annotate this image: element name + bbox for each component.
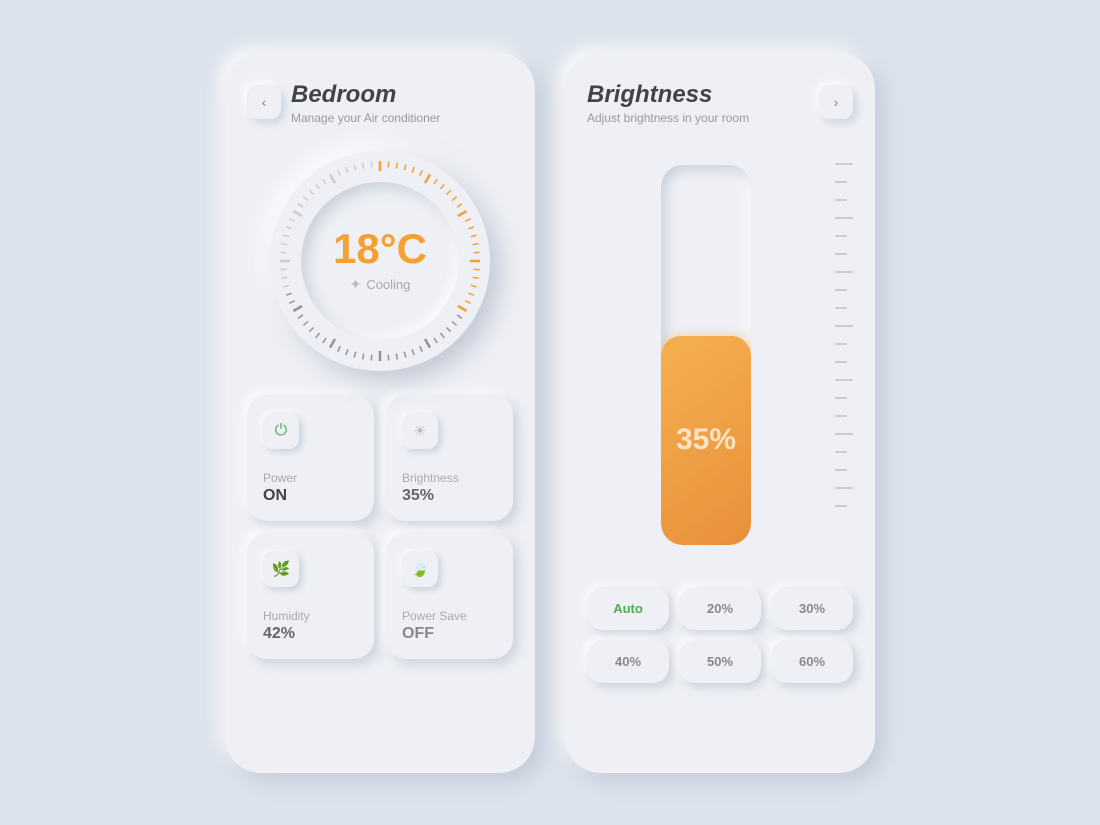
power-value: ON: [263, 487, 287, 505]
tick-16: [835, 433, 853, 435]
next-button[interactable]: ›: [819, 85, 853, 119]
left-panel: ‹ Bedroom Manage your Air conditioner //…: [225, 53, 535, 773]
power-icon: ⏻: [275, 422, 288, 440]
tick-2: [835, 181, 847, 183]
tick-18: [835, 469, 847, 471]
preset-40[interactable]: 40%: [587, 640, 669, 683]
brightness-value: 35%: [402, 487, 434, 505]
brightness-page-subtitle: Adjust brightness in your room: [587, 111, 819, 125]
control-grid: ⏻ Power ON ☀ Brightness 35% 🌿 Humidity 4…: [247, 395, 513, 659]
tick-4: [835, 217, 853, 219]
power-icon-wrap: ⏻: [263, 413, 299, 449]
tick-6: [835, 253, 847, 255]
dial-outer: // We'll do this with inline SVG path el…: [270, 151, 490, 371]
brightness-page-title: Brightness: [587, 81, 819, 109]
slider-thumb[interactable]: 35%: [661, 336, 751, 545]
slider-value: 35%: [676, 423, 736, 457]
page-subtitle: Manage your Air conditioner: [291, 111, 513, 125]
preset-auto[interactable]: Auto: [587, 587, 669, 630]
temperature-dial[interactable]: // We'll do this with inline SVG path el…: [270, 151, 490, 371]
tick-8: [835, 289, 847, 291]
humidity-card[interactable]: 🌿 Humidity 42%: [247, 533, 374, 659]
mode-label: Cooling: [366, 277, 410, 292]
tick-marks: [835, 145, 853, 525]
powersave-label: Power Save: [402, 609, 467, 623]
tick-7: [835, 271, 853, 273]
power-card[interactable]: ⏻ Power ON: [247, 395, 374, 521]
tick-20: [835, 505, 847, 507]
brightness-label: Brightness: [402, 471, 459, 485]
powersave-value: OFF: [402, 625, 434, 643]
tick-14: [835, 397, 847, 399]
humidity-icon-wrap: 🌿: [263, 551, 299, 587]
left-title-block: Bedroom Manage your Air conditioner: [291, 81, 513, 125]
powersave-card[interactable]: 🍃 Power Save OFF: [386, 533, 513, 659]
prev-button[interactable]: ‹: [247, 85, 281, 119]
brightness-icon-wrap: ☀: [402, 413, 438, 449]
preset-50[interactable]: 50%: [679, 640, 761, 683]
mode-display: ✦ Cooling: [350, 276, 411, 293]
fan-icon: ✦: [350, 276, 362, 293]
preset-grid: Auto 20% 30% 40% 50% 60%: [587, 587, 853, 683]
right-panel: Brightness Adjust brightness in your roo…: [565, 53, 875, 773]
page-title: Bedroom: [291, 81, 513, 109]
preset-30[interactable]: 30%: [771, 587, 853, 630]
tick-1: [835, 163, 853, 165]
brightness-slider-area: 35%: [587, 145, 853, 565]
tick-12: [835, 361, 847, 363]
tick-11: [835, 343, 847, 345]
slider-track-wrap: 35%: [587, 145, 825, 565]
tick-13: [835, 379, 853, 381]
right-panel-header: Brightness Adjust brightness in your roo…: [587, 81, 853, 125]
tick-9: [835, 307, 847, 309]
tick-15: [835, 415, 847, 417]
tick-19: [835, 487, 853, 489]
slider-track[interactable]: 35%: [661, 165, 751, 545]
powersave-icon: 🍃: [411, 560, 430, 578]
tick-17: [835, 451, 847, 453]
humidity-value: 42%: [263, 625, 295, 643]
humidity-label: Humidity: [263, 609, 310, 623]
left-panel-header: ‹ Bedroom Manage your Air conditioner: [247, 81, 513, 125]
power-label: Power: [263, 471, 297, 485]
tick-10: [835, 325, 853, 327]
tick-5: [835, 235, 847, 237]
powersave-icon-wrap: 🍃: [402, 551, 438, 587]
preset-60[interactable]: 60%: [771, 640, 853, 683]
brightness-icon: ☀: [413, 422, 426, 440]
brightness-card[interactable]: ☀ Brightness 35%: [386, 395, 513, 521]
humidity-icon: 🌿: [272, 560, 291, 578]
dial-inner: 18°C ✦ Cooling: [301, 182, 459, 340]
right-title-block: Brightness Adjust brightness in your roo…: [587, 81, 819, 125]
tick-3: [835, 199, 847, 201]
temperature-value: 18°C: [333, 228, 427, 270]
preset-20[interactable]: 20%: [679, 587, 761, 630]
